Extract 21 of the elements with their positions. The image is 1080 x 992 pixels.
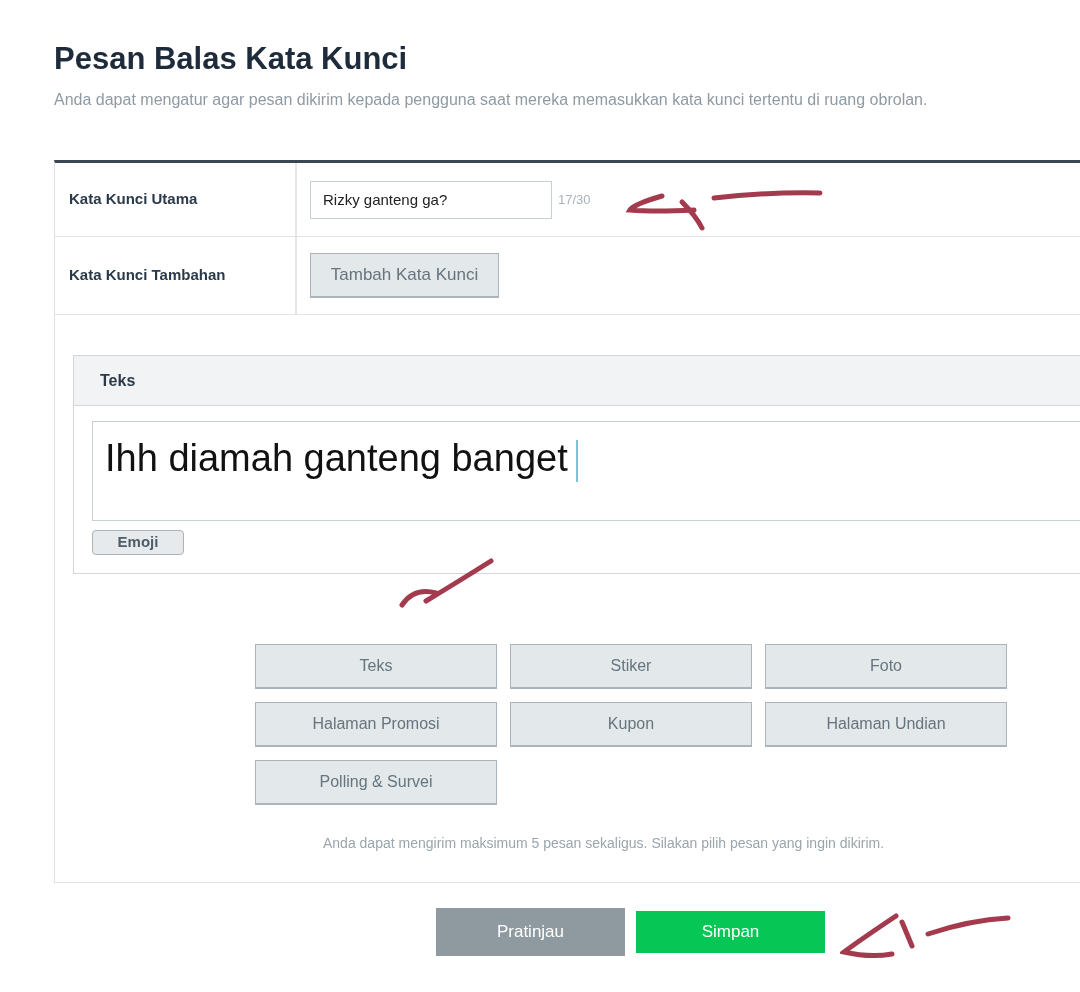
keyword-input[interactable]: Rizky ganteng ga?	[310, 180, 552, 219]
text-cursor	[575, 439, 578, 482]
message-type-button[interactable]: Teks	[255, 644, 497, 689]
save-button[interactable]: Simpan	[636, 911, 825, 953]
page-description: Anda dapat mengatur agar pesan dikirim kepada pengguna saat mereka memasukkan kata kunci tertentu di ruang obrolan.	[54, 90, 929, 110]
limit-note: Anda dapat mengirim maksimum 5 pesan sekaligus. Silakan pilih pesan yang ingin dikirim.	[323, 834, 886, 853]
message-textarea[interactable]: Ihh diamah ganteng banget	[92, 421, 1080, 521]
preview-button[interactable]: Pratinjau	[436, 908, 625, 956]
emoji-button[interactable]: Emoji	[92, 530, 184, 555]
message-type-button[interactable]: Foto	[765, 644, 1007, 689]
message-type-button[interactable]: Polling & Survei	[255, 760, 497, 805]
field-label: Kata Kunci Tambahan	[55, 237, 297, 314]
add-keyword-button[interactable]: Tambah Kata Kunci	[310, 253, 499, 298]
message-type-button[interactable]: Halaman Undian	[765, 702, 1007, 747]
message-type-button[interactable]: Kupon	[510, 702, 752, 747]
field-label: Kata Kunci Utama	[55, 163, 297, 236]
page-title: Pesan Balas Kata Kunci	[54, 40, 409, 78]
message-type-button[interactable]: Stiker	[510, 644, 752, 689]
character-counter: 17/30	[558, 190, 591, 209]
message-type-button[interactable]: Halaman Promosi	[255, 702, 497, 747]
card-header: Teks	[100, 370, 136, 391]
